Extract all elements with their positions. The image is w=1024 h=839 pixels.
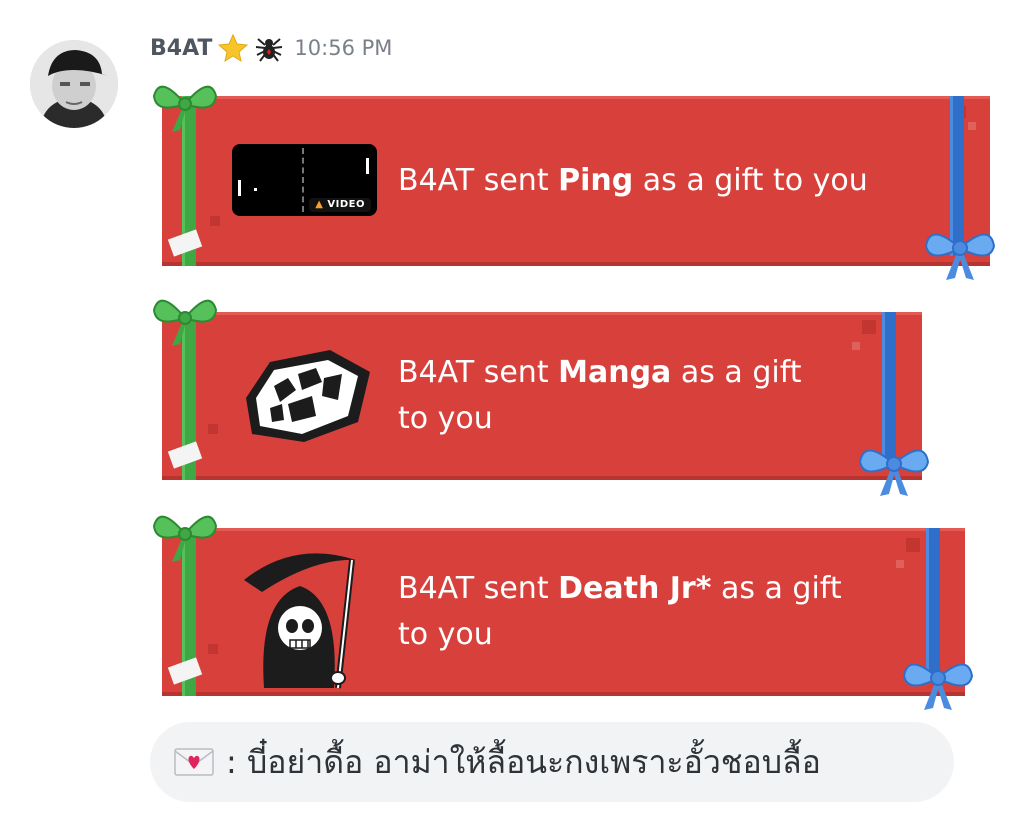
gift-card-death-jr[interactable]: B4AT sent Death Jr* as a gift to you bbox=[152, 515, 974, 710]
gift-sender-text: B4AT sent bbox=[398, 355, 559, 390]
pixel-decoration bbox=[862, 320, 876, 334]
gift-item-name[interactable]: Ping bbox=[558, 163, 633, 198]
pixel-decoration bbox=[906, 538, 920, 552]
gift-text-line2: to you bbox=[398, 617, 493, 652]
pixel-decoration bbox=[208, 644, 218, 654]
gift-item-name[interactable]: Death Jr* bbox=[558, 571, 711, 606]
text-message-bubble[interactable]: : บี๋อย่าดื้อ อาม่าให้ลื้อนะกงเพราะอั้วช… bbox=[150, 722, 954, 802]
message-text: : บี๋อย่าดื้อ อาม่าให้ลื้อนะกงเพราะอั้วช… bbox=[226, 742, 821, 781]
pixel-decoration bbox=[968, 122, 976, 130]
gift-item-name[interactable]: Manga bbox=[558, 355, 671, 390]
green-bow-icon bbox=[152, 85, 218, 132]
user-avatar[interactable] bbox=[30, 40, 118, 128]
blue-bow-icon bbox=[858, 449, 930, 496]
pixel-decoration bbox=[210, 216, 220, 226]
court-divider bbox=[302, 148, 304, 212]
ball bbox=[254, 188, 257, 191]
pixel-decoration bbox=[896, 560, 904, 568]
gift-sender-text: B4AT sent bbox=[398, 163, 559, 198]
gift-text: B4AT sent Manga as a gift to you bbox=[398, 350, 802, 442]
gift-text: B4AT sent Ping as a gift to you bbox=[398, 158, 868, 204]
star-icon bbox=[218, 33, 249, 63]
video-badge: ▲ VIDEO bbox=[309, 198, 371, 212]
manga-shards-icon[interactable] bbox=[230, 338, 376, 452]
pixel-decoration bbox=[208, 424, 218, 434]
blue-bow-icon bbox=[924, 233, 996, 280]
right-paddle bbox=[366, 158, 369, 174]
green-bow-icon bbox=[152, 299, 218, 346]
gift-suffix-text: as a gift bbox=[671, 355, 802, 390]
pixel-decoration bbox=[852, 342, 860, 350]
message-header: B4AT 10:56 PM bbox=[150, 30, 392, 66]
ping-video-thumbnail[interactable]: ▲ VIDEO bbox=[232, 144, 377, 216]
gift-card-ping[interactable]: ▲ VIDEO B4AT sent Ping as a gift to you bbox=[152, 85, 996, 280]
spider-icon bbox=[256, 38, 283, 62]
grim-reaper-icon[interactable] bbox=[234, 540, 374, 690]
video-badge-label: VIDEO bbox=[327, 199, 365, 210]
green-bow-icon bbox=[152, 515, 218, 562]
gift-sender-text: B4AT sent bbox=[398, 571, 559, 606]
left-paddle bbox=[238, 180, 241, 196]
blue-bow-icon bbox=[902, 663, 974, 710]
gift-card-manga[interactable]: B4AT sent Manga as a gift to you bbox=[152, 299, 930, 496]
gift-suffix-text: as a gift bbox=[711, 571, 842, 606]
gift-text: B4AT sent Death Jr* as a gift to you bbox=[398, 566, 842, 658]
username[interactable]: B4AT bbox=[150, 36, 212, 61]
fire-icon: ▲ bbox=[315, 199, 324, 210]
gift-suffix-text: as a gift to you bbox=[633, 163, 868, 198]
timestamp: 10:56 PM bbox=[294, 36, 393, 60]
gift-text-line2: to you bbox=[398, 401, 493, 436]
love-letter-icon bbox=[174, 748, 214, 776]
